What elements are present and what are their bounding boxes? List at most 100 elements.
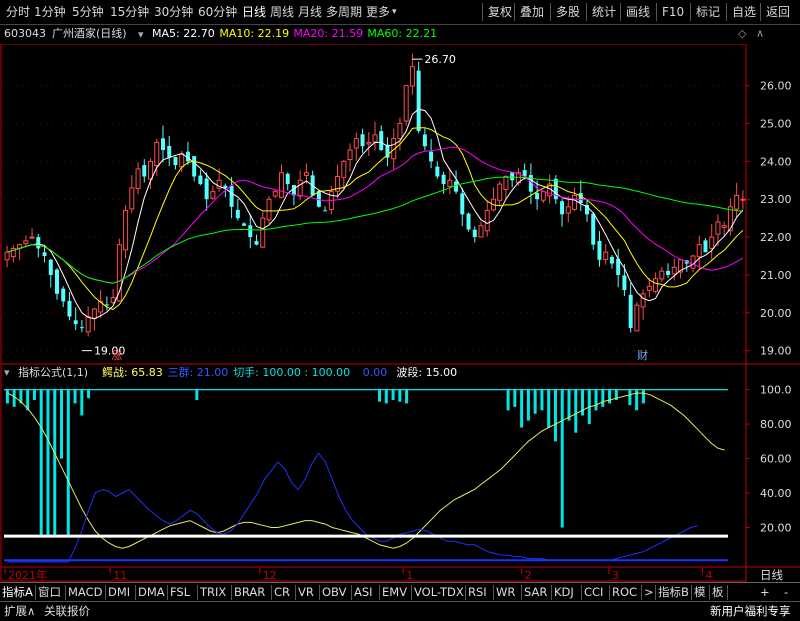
time-tick-label: 4 [705, 569, 712, 582]
tab-19[interactable]: ROC [612, 584, 637, 601]
expand-button[interactable]: 扩展∧ [4, 603, 35, 620]
ma-legend-3: MA60: 22.21 [367, 27, 438, 40]
ind-bar [66, 389, 70, 537]
tab-23[interactable]: 板 [712, 584, 724, 601]
ma-legend-2: MA20: 21.59 [293, 27, 364, 40]
action-8[interactable]: 返回 [766, 3, 790, 21]
indicator-menu-icon[interactable]: ▾ [4, 364, 10, 382]
candle-body [91, 308, 97, 319]
kline-chart[interactable]: 26.0025.0024.0023.0022.0021.0020.0019.00… [0, 44, 800, 582]
candle-body [123, 210, 129, 251]
action-1[interactable]: 叠加 [520, 3, 544, 21]
period-7[interactable]: 周线 [270, 3, 294, 21]
tab-6[interactable]: TRIX [200, 584, 226, 601]
tab-14[interactable]: RSI [468, 584, 487, 601]
tab-4[interactable]: DMA [138, 584, 165, 601]
tab-13[interactable]: VOL-TDX [414, 584, 464, 601]
tab-15[interactable]: WR [496, 584, 515, 601]
action-3[interactable]: 统计 [592, 3, 616, 21]
candle-body [603, 251, 609, 260]
tab-separator [493, 585, 494, 600]
period-9[interactable]: 多周期 [326, 3, 362, 21]
price-tick-label: 22.00 [760, 231, 792, 244]
tab-21[interactable]: 指标B [658, 584, 689, 601]
collapse-icon[interactable]: ▾ [138, 25, 144, 45]
ind-bar [520, 389, 524, 428]
bottom-bar: 扩展∧ 关联报价 新用户福利专享 + - [0, 585, 800, 621]
ind-bar [581, 389, 585, 416]
period-0[interactable]: 分时 [6, 3, 30, 21]
action-4[interactable]: 画线 [626, 3, 650, 21]
tab-3[interactable]: DMI [108, 584, 130, 601]
period-10[interactable]: 更多 [366, 3, 390, 21]
candle-body [198, 175, 203, 185]
tab-9[interactable]: VR [298, 584, 314, 601]
period-6[interactable]: 日线 [242, 3, 266, 21]
period-8[interactable]: 月线 [298, 3, 322, 21]
candle-body [429, 151, 434, 162]
tab-2[interactable]: MACD [68, 584, 102, 601]
tab-8[interactable]: CR [274, 584, 290, 601]
period-2[interactable]: 5分钟 [72, 3, 104, 21]
candle-body [266, 198, 272, 221]
ind-bar [53, 389, 57, 537]
chevron-up-icon[interactable]: ∧ [756, 24, 764, 44]
ind-bar [601, 389, 605, 407]
candle-body [360, 134, 365, 147]
tab-20[interactable]: > [644, 584, 654, 601]
tab-10[interactable]: OBV [322, 584, 346, 601]
related-quote-button[interactable]: 关联报价 [44, 603, 90, 620]
ind-bar [553, 389, 557, 442]
ind-bar [506, 389, 510, 411]
ind-bar [195, 389, 199, 400]
ma-legend-0: MA5: 22.70 [152, 27, 215, 40]
action-7[interactable]: 自选 [732, 3, 756, 21]
tab-separator [105, 585, 106, 600]
tab-1[interactable]: 窗口 [38, 584, 61, 601]
tab-separator [35, 585, 36, 600]
candle-body [85, 316, 91, 333]
tab-separator [709, 585, 710, 600]
candle-body [478, 225, 484, 238]
candle-body [560, 201, 565, 215]
candle-body [248, 225, 253, 238]
ind-bar [513, 389, 517, 407]
tab-12[interactable]: EMV [382, 584, 407, 601]
action-6[interactable]: 标记 [696, 3, 720, 21]
action-2[interactable]: 多股 [556, 3, 580, 21]
price-tick-label: 23.00 [760, 193, 792, 206]
tab-separator [411, 585, 412, 600]
candle-body [36, 237, 41, 249]
tab-11[interactable]: ASI [354, 584, 373, 601]
candle-body [540, 191, 546, 201]
price-tick-label: 19.00 [760, 345, 792, 358]
toolbar-separator [726, 3, 727, 21]
candle-body [303, 172, 309, 176]
toolbar-separator [514, 3, 515, 21]
tab-0[interactable]: 指标A [2, 584, 33, 601]
zoom-out-button[interactable]: - [784, 584, 788, 601]
candle-body [435, 166, 440, 177]
tab-16[interactable]: SAR [524, 584, 547, 601]
zoom-in-button[interactable]: + [760, 584, 770, 601]
candle-body [167, 145, 172, 158]
period-4[interactable]: 30分钟 [154, 3, 193, 21]
action-5[interactable]: F10 [662, 3, 684, 21]
period-3[interactable]: 15分钟 [110, 3, 149, 21]
tab-17[interactable]: KDJ [554, 584, 574, 601]
tab-separator [351, 585, 352, 600]
period-5[interactable]: 60分钟 [198, 3, 237, 21]
more-chevron-icon[interactable]: ▾ [392, 3, 397, 21]
tab-18[interactable]: CCI [584, 584, 603, 601]
promo-link[interactable]: 新用户福利专享 [710, 603, 791, 620]
tab-7[interactable]: BRAR [234, 584, 265, 601]
tab-5[interactable]: FSL [170, 584, 190, 601]
period-1[interactable]: 1分钟 [34, 3, 66, 21]
diamond-icon[interactable]: ◇ [738, 24, 746, 44]
candle-body [646, 285, 652, 291]
candle-body [447, 179, 453, 187]
high-label: 26.70 [424, 53, 456, 66]
tab-22[interactable]: 模 [694, 584, 706, 601]
ind-blue-line [7, 452, 698, 563]
action-0[interactable]: 复权 [488, 3, 512, 21]
